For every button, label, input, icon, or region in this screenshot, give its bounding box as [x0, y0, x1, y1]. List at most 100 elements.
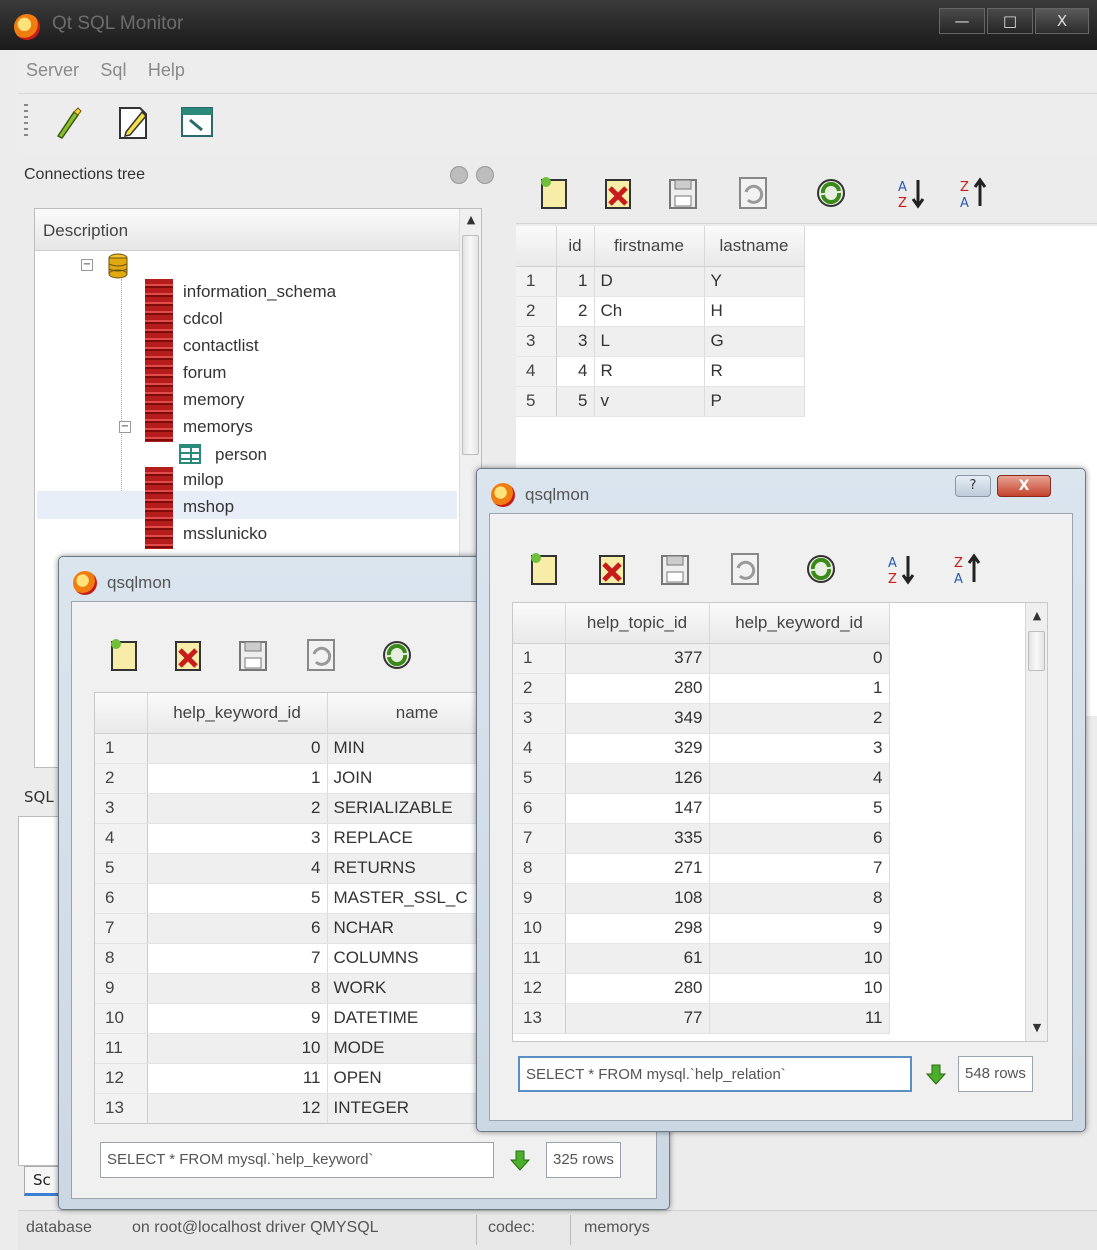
row-number[interactable]: 9: [95, 973, 148, 1004]
cell[interactable]: 3: [556, 326, 595, 357]
menu-server[interactable]: Server: [18, 50, 87, 81]
dialog-close-button[interactable]: X: [997, 475, 1051, 497]
table-row[interactable]: 4 3 REPLACE: [95, 823, 508, 854]
table-row[interactable]: 5 5 v P: [516, 386, 805, 417]
column-header[interactable]: lastname: [704, 226, 805, 267]
column-header[interactable]: help_topic_id: [565, 603, 710, 644]
table-row[interactable]: 10 9 DATETIME: [95, 1003, 508, 1034]
tree-scroll-thumb[interactable]: [462, 235, 479, 455]
save-icon[interactable]: [664, 174, 702, 212]
scroll-down-icon[interactable]: ▼: [1029, 1021, 1045, 1037]
column-header[interactable]: firstname: [594, 226, 705, 267]
collapse-icon[interactable]: −: [81, 259, 93, 271]
cell[interactable]: 126: [565, 763, 710, 794]
revert-icon[interactable]: [302, 636, 340, 674]
table-row[interactable]: 11 61 10: [513, 943, 890, 974]
cell[interactable]: 8: [147, 973, 328, 1004]
column-header[interactable]: id: [556, 226, 595, 267]
table-row[interactable]: 9 108 8: [513, 883, 890, 914]
revert-icon[interactable]: [734, 174, 772, 212]
table-row[interactable]: 4 329 3: [513, 733, 890, 764]
cell[interactable]: 280: [565, 673, 710, 704]
cell[interactable]: P: [704, 386, 805, 417]
refresh-icon[interactable]: [812, 174, 850, 212]
cell[interactable]: R: [704, 356, 805, 387]
row-number[interactable]: 2: [95, 763, 148, 794]
cell[interactable]: R: [594, 356, 705, 387]
connect-icon[interactable]: [48, 104, 86, 142]
row-number[interactable]: 8: [95, 943, 148, 974]
new-window-icon[interactable]: [178, 104, 216, 142]
cell[interactable]: 6: [147, 913, 328, 944]
row-number[interactable]: 11: [513, 943, 566, 974]
row-number[interactable]: 5: [516, 386, 557, 417]
table-row[interactable]: 11 10 MODE: [95, 1033, 508, 1064]
cell[interactable]: 5: [147, 883, 328, 914]
cell[interactable]: 6: [709, 823, 890, 854]
relation-grid[interactable]: help_topic_id help_keyword_id 1 377 0 2 280…: [512, 602, 1048, 1042]
cell[interactable]: 9: [147, 1003, 328, 1034]
row-number[interactable]: 12: [513, 973, 566, 1004]
table-row[interactable]: 13 77 11: [513, 1003, 890, 1034]
row-number[interactable]: 13: [95, 1093, 148, 1123]
row-number[interactable]: 3: [95, 793, 148, 824]
cell[interactable]: 0: [709, 643, 890, 674]
sort-desc-icon[interactable]: ZA: [950, 550, 988, 588]
table-row[interactable]: 5 126 4: [513, 763, 890, 794]
query-input[interactable]: SELECT * FROM mysql.`help_keyword`: [100, 1142, 494, 1178]
cell[interactable]: v: [594, 386, 705, 417]
cell[interactable]: 349: [565, 703, 710, 734]
cell[interactable]: 147: [565, 793, 710, 824]
cell[interactable]: Y: [704, 266, 805, 297]
run-query-icon[interactable]: [924, 1062, 948, 1086]
column-header[interactable]: help_keyword_id: [147, 693, 328, 734]
person-table[interactable]: id firstname lastname 1 1 D Y 2 2 Ch H 3…: [516, 226, 805, 417]
new-row-icon[interactable]: [526, 550, 564, 588]
cell[interactable]: 5: [556, 386, 595, 417]
cell[interactable]: 11: [709, 1003, 890, 1034]
table-row[interactable]: 12 280 10: [513, 973, 890, 1004]
row-number[interactable]: 5: [95, 853, 148, 884]
cell[interactable]: 10: [709, 973, 890, 1004]
cell[interactable]: 10: [147, 1033, 328, 1064]
row-number[interactable]: 1: [516, 266, 557, 297]
row-number[interactable]: 4: [95, 823, 148, 854]
delete-row-icon[interactable]: [600, 174, 638, 212]
cell[interactable]: 0: [147, 733, 328, 764]
table-row[interactable]: 1 1 D Y: [516, 266, 805, 297]
cell[interactable]: 2: [556, 296, 595, 327]
row-number[interactable]: 12: [95, 1063, 148, 1094]
cell[interactable]: 7: [709, 853, 890, 884]
new-row-icon[interactable]: [536, 174, 574, 212]
revert-icon[interactable]: [726, 550, 764, 588]
cell[interactable]: 2: [147, 793, 328, 824]
table-row[interactable]: 13 12 INTEGER: [95, 1093, 508, 1123]
cell[interactable]: 4: [147, 853, 328, 884]
maximize-button[interactable]: □: [987, 8, 1033, 34]
column-header[interactable]: help_keyword_id: [709, 603, 890, 644]
keyword-table[interactable]: help_keyword_id name 1 0 MIN 2 1 JOIN 3 2 SERI…: [95, 693, 508, 1123]
close-button[interactable]: X: [1035, 8, 1089, 34]
table-row[interactable]: 1 0 MIN: [95, 733, 508, 764]
cell[interactable]: 7: [147, 943, 328, 974]
cell[interactable]: 8: [709, 883, 890, 914]
edit-query-icon[interactable]: [114, 104, 152, 142]
table-row[interactable]: 7 6 NCHAR: [95, 913, 508, 944]
cell[interactable]: 2: [709, 703, 890, 734]
cell[interactable]: 1: [709, 673, 890, 704]
row-number[interactable]: 5: [513, 763, 566, 794]
refresh-icon[interactable]: [802, 550, 840, 588]
grid-scrollbar[interactable]: ▲ ▼: [1025, 603, 1047, 1041]
cell[interactable]: 77: [565, 1003, 710, 1034]
relation-table[interactable]: help_topic_id help_keyword_id 1 377 0 2 280…: [513, 603, 890, 1034]
row-number[interactable]: 13: [513, 1003, 566, 1034]
cell[interactable]: 5: [709, 793, 890, 824]
cell[interactable]: L: [594, 326, 705, 357]
cell[interactable]: 3: [147, 823, 328, 854]
save-icon[interactable]: [656, 550, 694, 588]
row-number[interactable]: 11: [95, 1033, 148, 1064]
cell[interactable]: Ch: [594, 296, 705, 327]
table-row[interactable]: 9 8 WORK: [95, 973, 508, 1004]
row-number[interactable]: 3: [513, 703, 566, 734]
row-number[interactable]: 4: [513, 733, 566, 764]
